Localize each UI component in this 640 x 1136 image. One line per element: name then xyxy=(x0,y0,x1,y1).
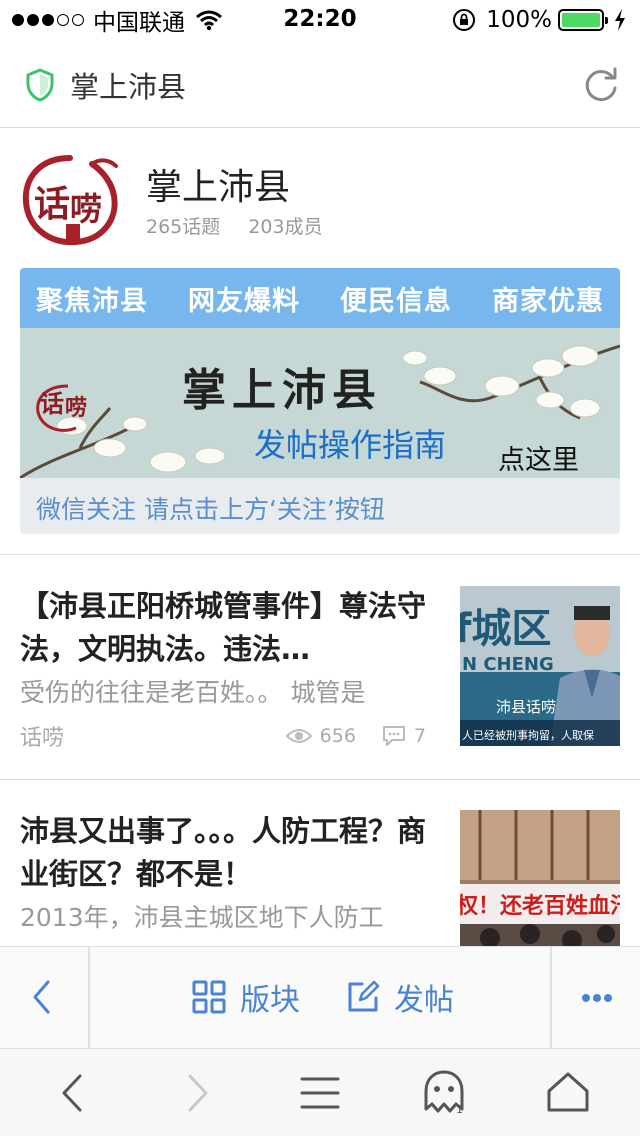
battery-percent: 100% xyxy=(486,7,552,33)
banner-follow-note: 微信关注 请点击上方‘关注’按钮 xyxy=(20,478,620,534)
post-item-2[interactable]: 沛县又出事了。。。人防工程？商业街区？都不是！ 2013年，沛县主城区地下人防工… xyxy=(0,780,640,946)
comment-count-icon xyxy=(382,726,405,746)
svg-text:沛县话唠: 沛县话唠 xyxy=(496,698,556,716)
forum-toolbar: 版块 发帖 xyxy=(0,946,640,1049)
post-author: 话唠 xyxy=(20,726,65,751)
sections-label: 版块 xyxy=(240,983,300,1018)
back-arrow-icon[interactable] xyxy=(60,1073,84,1113)
browser-nav-bar: 1 xyxy=(0,1048,640,1136)
banner-category-tabs: 聚焦沛县 网友爆料 便民信息 商家优惠 xyxy=(20,268,620,328)
member-count: 203成员 xyxy=(248,216,323,238)
tab-convenience-info[interactable]: 便民信息 xyxy=(340,279,452,318)
tab-netizen-report[interactable]: 网友爆料 xyxy=(188,279,300,318)
forum-logo[interactable]: 话 唠 xyxy=(18,150,122,250)
comment-count: 7 xyxy=(413,725,426,747)
status-right: 100% xyxy=(452,7,626,33)
view-count: 656 xyxy=(319,725,356,747)
post-meta: 话唠 656 7 xyxy=(20,721,426,751)
topic-count: 265话题 xyxy=(146,216,221,238)
post-summary: 受伤的往往是老百姓。。 城管是 xyxy=(20,678,366,707)
svg-text:话: 话 xyxy=(34,183,70,225)
edit-icon xyxy=(348,980,380,1012)
menu-icon[interactable] xyxy=(300,1073,340,1113)
charging-icon xyxy=(615,9,625,31)
svg-text:f城区: f城区 xyxy=(460,606,551,652)
grid-icon xyxy=(192,980,226,1014)
more-button[interactable] xyxy=(550,947,640,1049)
post-title[interactable]: 【沛县正阳桥城管事件】尊法守法，文明执法。违法… xyxy=(20,585,438,671)
svg-text:唠: 唠 xyxy=(70,190,102,228)
banner-title: 掌上沛县 xyxy=(182,365,382,416)
chevron-left-icon xyxy=(33,980,50,1014)
thumbnail-image: f城区 N CHENG 沛县话唠 人已经被刑事拘留，人取保 xyxy=(460,586,620,746)
banner-guide-link[interactable]: 发帖操作指南 xyxy=(254,420,446,466)
home-icon[interactable] xyxy=(546,1071,590,1113)
svg-text:权！还老百姓血汗钱: 权！还老百姓血汗钱 xyxy=(460,893,620,919)
thumbnail-image: 权！还老百姓血汗钱 xyxy=(460,810,620,946)
svg-text:N CHENG: N CHENG xyxy=(462,654,554,675)
svg-text:人已经被刑事拘留，人取保: 人已经被刑事拘留，人取保 xyxy=(462,728,594,742)
banner[interactable]: 聚焦沛县 网友爆料 便民信息 商家优惠 话 唠 掌上沛县 发帖操作指南 点这里 … xyxy=(20,268,620,534)
tab-focus[interactable]: 聚焦沛县 xyxy=(36,279,148,318)
new-post-button[interactable]: 发帖 xyxy=(346,975,454,1019)
forum-stats: 265话题 203成员 xyxy=(146,212,345,239)
refresh-icon[interactable] xyxy=(582,66,620,104)
forum-header: 话 唠 掌上沛县 265话题 203成员 xyxy=(0,128,640,268)
svg-text:唠: 唠 xyxy=(65,395,87,421)
post-title[interactable]: 沛县又出事了。。。人防工程？商业街区？都不是！ xyxy=(20,810,438,896)
banner-image[interactable]: 话 唠 掌上沛县 发帖操作指南 点这里 xyxy=(20,328,620,478)
forward-arrow-icon[interactable] xyxy=(186,1073,210,1113)
forum-name: 掌上沛县 xyxy=(146,167,291,208)
post-thumbnail[interactable]: 权！还老百姓血汗钱 xyxy=(460,810,620,946)
ghost-mode-icon[interactable]: 1 xyxy=(422,1069,466,1115)
shield-icon xyxy=(26,68,54,102)
banner-click-here[interactable]: 点这里 xyxy=(498,438,579,477)
orientation-lock-icon xyxy=(453,9,476,31)
view-count-icon xyxy=(285,729,312,743)
new-post-label: 发帖 xyxy=(394,983,454,1018)
post-item-1[interactable]: 【沛县正阳桥城管事件】尊法守法，文明执法。违法… 受伤的往往是老百姓。。 城管是… xyxy=(0,555,640,779)
battery-icon xyxy=(558,9,608,31)
svg-text:1: 1 xyxy=(456,1103,463,1115)
post-summary: 2013年，沛县主城区地下人防工 xyxy=(20,903,384,932)
back-button[interactable] xyxy=(0,947,90,1049)
post-thumbnail[interactable]: f城区 N CHENG 沛县话唠 人已经被刑事拘留，人取保 xyxy=(460,586,620,746)
page-title: 掌上沛县 xyxy=(70,70,187,104)
tab-merchant-deals[interactable]: 商家优惠 xyxy=(492,279,604,318)
title-bar: 掌上沛县 xyxy=(0,40,640,128)
toolbar-actions: 版块 发帖 xyxy=(192,975,500,1019)
status-bar: 中国联通 22:20 100% xyxy=(0,0,640,40)
svg-text:话: 话 xyxy=(40,389,64,418)
sections-button[interactable]: 版块 xyxy=(192,975,300,1019)
